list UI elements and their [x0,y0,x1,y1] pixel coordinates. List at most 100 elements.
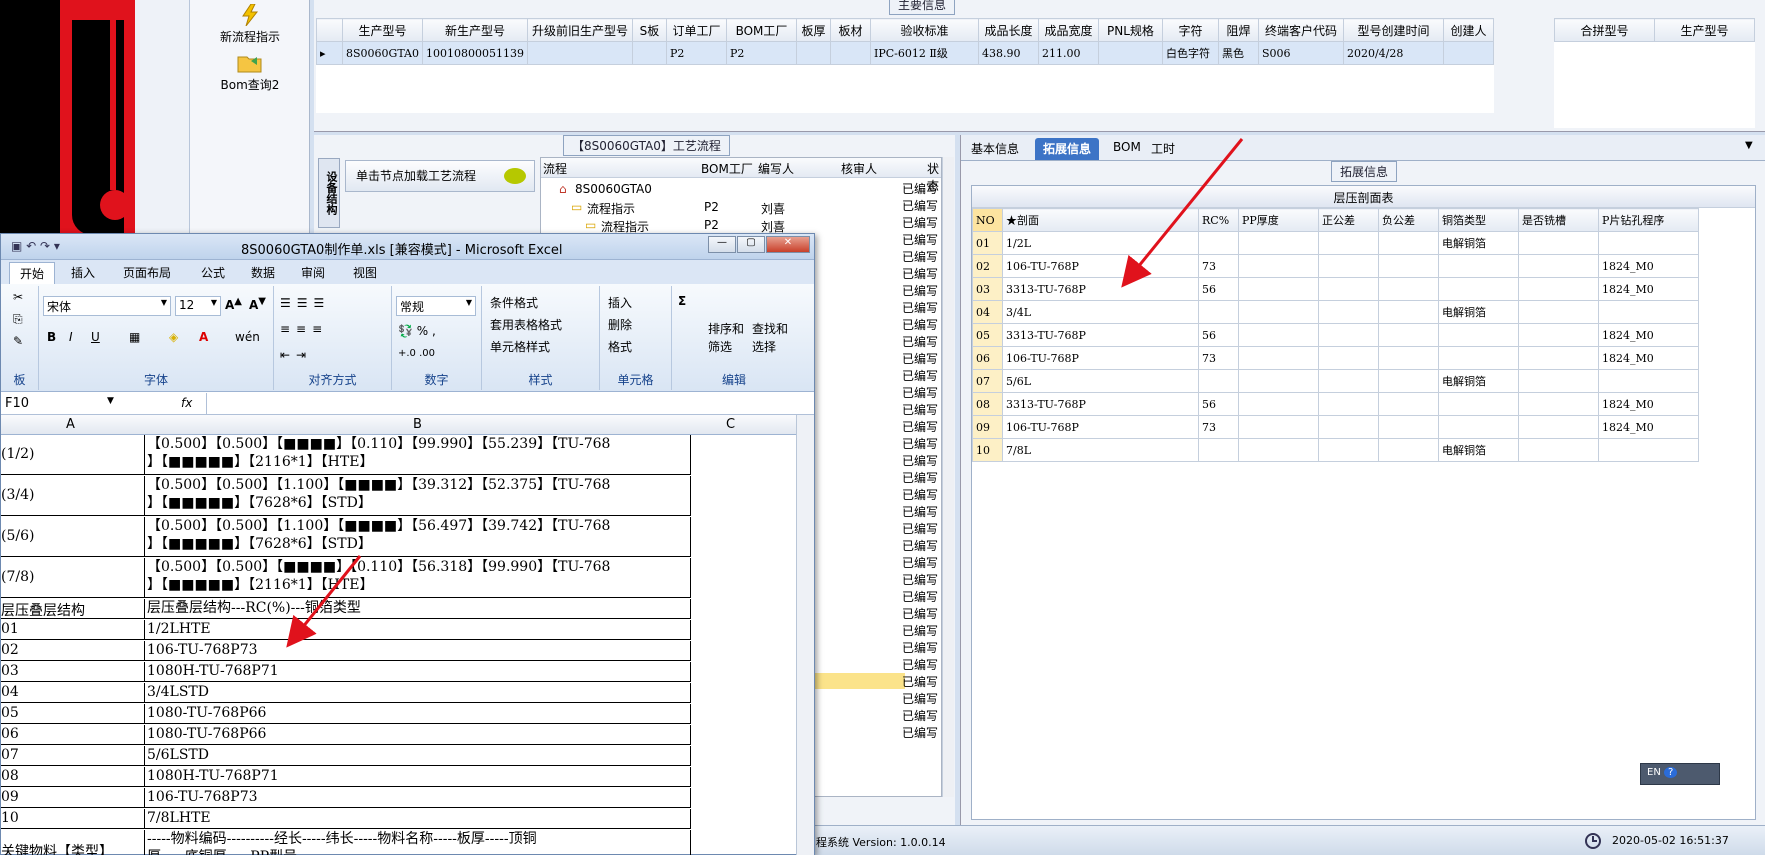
side-col-header[interactable]: 合拼型号 [1554,18,1655,42]
right-tab[interactable]: 拓展信息 [1035,138,1100,160]
excel-tab[interactable]: 数据 [251,264,275,281]
sheet-row[interactable]: 10 7/8LHTE [1,809,691,829]
main-col-header[interactable]: 升级前旧生产型号 [526,18,633,42]
cell-b[interactable]: 【0.500】【0.500】【1.100】【■■■■】【56.497】【39.7… [144,517,691,557]
layer-col-header[interactable]: 铜箔类型 [1438,208,1519,232]
right-tab[interactable]: 基本信息 [963,138,1027,160]
ime-indicator[interactable]: EN ? [1640,763,1720,785]
dropdown-arrow-icon[interactable]: ▼ [1745,140,1753,151]
find-select-button[interactable]: 查找和 [752,320,788,337]
layer-row[interactable]: 05 3313-TU-768P 56 1824_M0 [972,323,1699,347]
cell-a[interactable]: 04 [1,684,143,700]
layer-row[interactable]: 01 1/2L 电解铜箔 [972,231,1699,255]
cell-b[interactable]: 106-TU-768P73 [144,788,691,808]
layer-row[interactable]: 07 5/6L 电解铜箔 [972,369,1699,393]
cell-b[interactable]: 【0.500】【0.500】【1.100】【■■■■】【39.312】【52.3… [144,476,691,516]
indent-buttons[interactable]: ⇤⇥ [280,348,312,362]
right-tab[interactable]: 工时 [1143,138,1183,160]
vertical-align-buttons[interactable]: ☰☰☰ [280,296,330,310]
cell-b[interactable]: 【0.500】【0.500】【■■■■】【0.110】【56.318】【99.9… [144,558,691,598]
cell-b[interactable]: 3/4LSTD [144,683,691,703]
sheet-row[interactable]: 07 5/6LSTD [1,746,691,766]
cell-a[interactable]: 关键物料【类型】 [1,841,143,855]
cell-b[interactable]: 1/2LHTE [144,620,691,640]
sheet-row[interactable]: (1/2) 【0.500】【0.500】【■■■■】【0.110】【99.990】… [1,435,691,475]
cell-a[interactable]: 06 [1,726,143,742]
main-col-header[interactable]: 验收标准 [869,18,979,42]
column-b-header[interactable]: B [413,417,422,432]
layer-row[interactable]: 10 7/8L 电解铜箔 [972,438,1699,462]
bom-query-button[interactable]: Bom查询2 [190,52,310,93]
layer-col-header[interactable]: NO [972,208,1003,232]
excel-vertical-scrollbar[interactable] [796,415,814,855]
load-process-button[interactable]: 单击节点加载工艺流程 [345,160,535,192]
tree-col-header[interactable]: 编写人 [758,160,794,177]
excel-tab[interactable]: 视图 [353,264,377,281]
main-col-header[interactable]: S板 [631,18,667,42]
cell-a[interactable]: 08 [1,768,143,784]
tree-col-header[interactable]: BOM工厂 [701,160,753,177]
cell-b[interactable]: 层压叠层结构---RC(%)---铜箔类型 [144,599,691,619]
italic-button[interactable]: I [69,330,73,344]
layer-col-header[interactable]: P片钻孔程序 [1598,208,1699,232]
underline-button[interactable]: U [91,330,100,344]
close-button[interactable]: ✕ [766,236,810,253]
cell-a[interactable]: (3/4) [1,487,143,503]
cut-icon[interactable]: ✂ [13,290,23,304]
layer-col-header[interactable]: RC% [1198,208,1239,232]
sheet-row[interactable]: 01 1/2LHTE [1,620,691,640]
layer-row[interactable]: 04 3/4L 电解铜箔 [972,300,1699,324]
layer-col-header[interactable]: 负公差 [1378,208,1439,232]
sum-icon[interactable]: Σ [678,294,686,308]
main-col-header[interactable]: PNL规格 [1097,18,1163,42]
excel-tab[interactable]: 页面布局 [123,264,171,281]
cell-a[interactable]: 03 [1,663,143,679]
decimal-buttons[interactable]: +.0 .00 [398,348,435,359]
horizontal-align-buttons[interactable]: ≡≡≡ [280,322,328,336]
cell-b[interactable]: 【0.500】【0.500】【■■■■】【0.110】【99.990】【55.2… [144,435,691,475]
main-col-header[interactable]: 终端客户代码 [1257,18,1344,42]
excel-tab[interactable]: 公式 [201,264,225,281]
excel-tab[interactable]: 插入 [71,264,95,281]
cell-a[interactable]: 10 [1,810,143,826]
layer-col-header[interactable]: ★剖面 [1002,208,1199,232]
main-col-header[interactable]: 字符 [1161,18,1219,42]
format-painter-icon[interactable]: ✎ [13,334,23,348]
main-col-header[interactable]: 板厚 [795,18,831,42]
phonetic-button[interactable]: wén [235,330,260,344]
name-box-dropdown-icon[interactable]: ▼ [107,396,114,406]
delete-cells-button[interactable]: 删除 [608,316,632,333]
function-icon[interactable]: fx [181,396,192,410]
cell-a[interactable]: (7/8) [1,569,143,585]
cell-a[interactable]: (5/6) [1,528,143,544]
number-format-select[interactable]: 常规 ▼ [396,296,476,316]
layer-row[interactable]: 02 106-TU-768P 73 1824_M0 [972,254,1699,278]
grow-font-button[interactable]: A▲ [225,296,242,312]
font-color-button[interactable]: A [199,330,208,344]
layer-row[interactable]: 09 106-TU-768P 73 1824_M0 [972,415,1699,439]
cell-style-button[interactable]: 单元格样式 [490,338,550,355]
sheet-row[interactable]: 02 106-TU-768P73 [1,641,691,661]
side-tab-device-structure[interactable]: 设备结构 [318,158,340,228]
shrink-font-button[interactable]: A▼ [249,296,266,312]
currency-button[interactable]: 💱 % , [398,324,436,338]
main-col-header[interactable]: 板材 [829,18,871,42]
border-button[interactable]: ▦ [129,330,140,344]
main-col-header[interactable]: BOM工厂 [725,18,797,42]
excel-tab[interactable]: 开始 [9,262,56,284]
sheet-row[interactable]: (5/6) 【0.500】【0.500】【1.100】【■■■■】【56.497】… [1,517,691,557]
main-table-row[interactable]: ▸ 8S0060GTA0 10010800051139 P2 P2 IPC-6012 Ⅱ级… [316,41,1494,65]
tree-col-header[interactable]: 流程 [543,160,567,177]
insert-cells-button[interactable]: 插入 [608,294,632,311]
layer-col-header[interactable]: PP厚度 [1238,208,1319,232]
tree-col-header[interactable]: 核审人 [841,160,877,177]
formula-input[interactable] [206,393,796,414]
cell-b[interactable]: 5/6LSTD [144,746,691,766]
layer-col-header[interactable]: 正公差 [1318,208,1379,232]
cell-b[interactable]: 1080H-TU-768P71 [144,662,691,682]
copy-icon[interactable]: ⎘ [13,312,23,327]
table-format-button[interactable]: 套用表格格式 [490,316,562,333]
sheet-row[interactable]: 03 1080H-TU-768P71 [1,662,691,682]
main-col-header[interactable]: 创建人 [1442,18,1494,42]
font-size-select[interactable]: 12 ▼ [175,296,221,316]
